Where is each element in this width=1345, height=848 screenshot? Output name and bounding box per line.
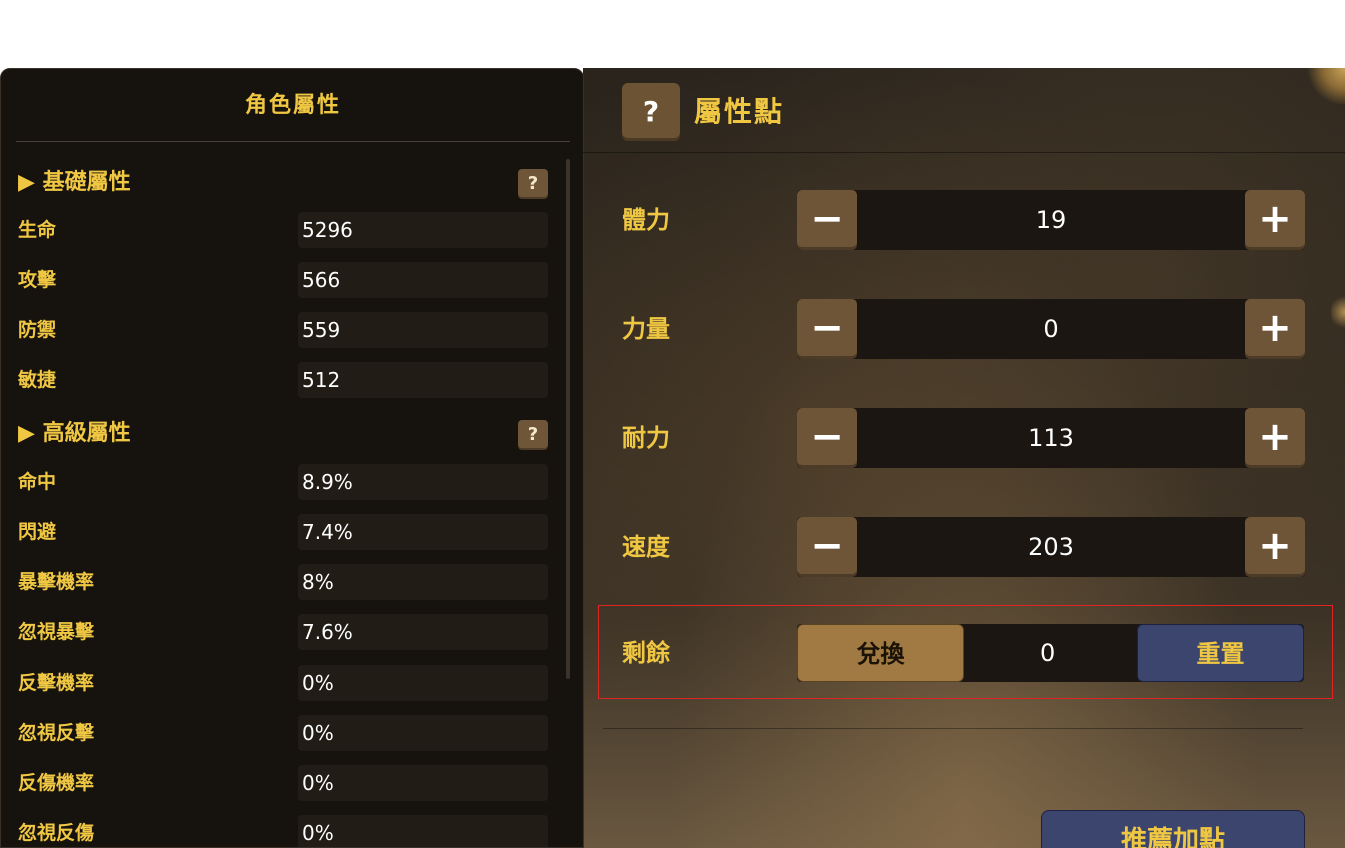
increase-speed-button[interactable]: + <box>1245 517 1305 577</box>
points-help-button[interactable]: ? <box>622 83 680 141</box>
stat-value: 203 <box>1028 533 1074 561</box>
attribute-label: 攻擊 <box>18 269 57 291</box>
attribute-value: 7.4% <box>302 520 353 544</box>
decrease-speed-button[interactable]: − <box>797 517 857 577</box>
stat-value: 0 <box>1043 315 1059 343</box>
attribute-value: 0% <box>302 721 334 745</box>
attribute-label: 忽視反擊 <box>18 722 95 744</box>
attribute-row-crit-rate: 暴擊機率 8% <box>18 562 548 602</box>
advanced-help-button[interactable]: ? <box>518 420 548 450</box>
attribute-label: 暴擊機率 <box>18 571 95 593</box>
stat-label: 耐力 <box>622 424 670 452</box>
attribute-row-ignore-crit: 忽視暴擊 7.6% <box>18 612 548 652</box>
corner-ornament-icon <box>1305 68 1345 104</box>
stat-label: 速度 <box>622 533 670 561</box>
decrease-strength-button[interactable]: − <box>797 299 857 359</box>
attribute-value: 0% <box>302 771 334 795</box>
stat-value: 113 <box>1028 424 1074 452</box>
game-screen: 角色屬性 ▶ 基礎屬性 ? 生命 5296 攻擊 566 防禦 559 敏捷 5… <box>0 68 1345 848</box>
attribute-label: 反擊機率 <box>18 672 95 694</box>
stat-label: 力量 <box>622 315 670 343</box>
attribute-row-dodge: 閃避 7.4% <box>18 512 548 552</box>
attribute-value: 0% <box>302 821 334 845</box>
recommend-allocation-button[interactable]: 推薦加點 <box>1041 810 1305 848</box>
header-divider <box>583 152 1345 153</box>
attribute-value: 559 <box>302 318 341 342</box>
basic-help-button[interactable]: ? <box>518 169 548 199</box>
remaining-label: 剩餘 <box>622 639 670 667</box>
attribute-label: 反傷機率 <box>18 772 95 794</box>
value-box <box>298 564 548 600</box>
attribute-value: 5296 <box>302 218 353 242</box>
attribute-row-counter-rate: 反擊機率 0% <box>18 663 548 703</box>
value-box <box>298 815 548 847</box>
increase-vitality-button[interactable]: + <box>1245 190 1305 250</box>
stat-row-strength: 力量 − 0 + <box>622 299 1322 359</box>
value-box <box>298 765 548 801</box>
decrease-endurance-button[interactable]: − <box>797 408 857 468</box>
attribute-row-ignore-reflect: 忽視反傷 0% <box>18 813 548 847</box>
stat-row-speed: 速度 − 203 + <box>622 517 1322 577</box>
attribute-row-hit: 命中 8.9% <box>18 462 548 502</box>
attribute-value: 7.6% <box>302 620 353 644</box>
attribute-value: 512 <box>302 368 341 392</box>
attribute-row-reflect-rate: 反傷機率 0% <box>18 763 548 803</box>
lower-divider <box>603 728 1303 729</box>
attribute-value: 8.9% <box>302 470 353 494</box>
attribute-row-ignore-counter: 忽視反擊 0% <box>18 713 548 753</box>
stat-row-vitality: 體力 − 19 + <box>622 190 1322 250</box>
section-title: ▶ 基礎屬性 <box>18 170 131 195</box>
remaining-points-value: 0 <box>1040 639 1056 667</box>
side-ornament-icon <box>1331 294 1345 330</box>
attribute-value: 8% <box>302 570 334 594</box>
divider <box>16 141 570 142</box>
attribute-label: 敏捷 <box>18 369 57 391</box>
attribute-label: 忽視反傷 <box>18 822 95 844</box>
exchange-button[interactable]: 兌換 <box>797 624 964 682</box>
attribute-label: 防禦 <box>18 319 57 341</box>
attribute-label: 閃避 <box>18 521 57 543</box>
attribute-row-defense: 防禦 559 <box>18 310 548 350</box>
attribute-value: 566 <box>302 268 341 292</box>
stat-value: 19 <box>1035 206 1067 234</box>
character-attributes-panel: 角色屬性 ▶ 基礎屬性 ? 生命 5296 攻擊 566 防禦 559 敏捷 5… <box>0 68 584 848</box>
basic-attributes-section[interactable]: ▶ 基礎屬性 ? <box>18 167 548 199</box>
attribute-label: 生命 <box>18 219 57 241</box>
section-title: ▶ 高級屬性 <box>18 421 131 446</box>
panel-title: 角色屬性 <box>244 93 341 118</box>
reset-button[interactable]: 重置 <box>1137 624 1304 682</box>
advanced-attributes-section[interactable]: ▶ 高級屬性 ? <box>18 418 548 450</box>
attributes-scrollbar[interactable] <box>566 159 570 679</box>
attribute-row-hp: 生命 5296 <box>18 210 548 250</box>
value-box <box>298 715 548 751</box>
stat-label: 體力 <box>622 206 670 234</box>
decrease-vitality-button[interactable]: − <box>797 190 857 250</box>
attribute-row-attack: 攻擊 566 <box>18 260 548 300</box>
stat-row-endurance: 耐力 − 113 + <box>622 408 1322 468</box>
attribute-row-agility: 敏捷 512 <box>18 360 548 400</box>
increase-strength-button[interactable]: + <box>1245 299 1305 359</box>
attribute-value: 0% <box>302 671 334 695</box>
points-panel-title: 屬性點 <box>694 95 785 128</box>
attribute-label: 命中 <box>18 471 57 493</box>
attribute-label: 忽視暴擊 <box>18 621 95 643</box>
increase-endurance-button[interactable]: + <box>1245 408 1305 468</box>
value-box <box>298 665 548 701</box>
